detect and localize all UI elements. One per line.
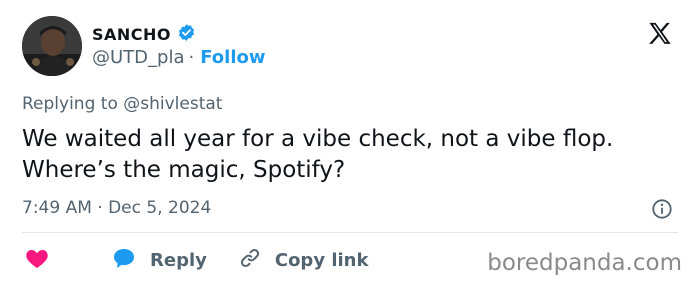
like-button[interactable]: [24, 247, 64, 274]
heart-icon: [24, 247, 64, 274]
watermark: boredpanda.com: [487, 250, 682, 276]
reply-button[interactable]: Reply: [112, 247, 207, 274]
author-handle[interactable]: @UTD_pla: [92, 47, 185, 68]
copy-link-label: Copy link: [274, 250, 369, 271]
info-icon[interactable]: [651, 198, 673, 220]
tweet-text: We waited all year for a vibe check, not…: [22, 126, 614, 183]
verified-badge-icon: [177, 23, 196, 46]
reply-bubble-icon: [112, 247, 150, 274]
x-logo-icon[interactable]: [646, 20, 674, 48]
copy-link-button[interactable]: Copy link: [239, 247, 369, 274]
follow-button[interactable]: Follow: [200, 47, 265, 68]
author-handle-row: @UTD_pla · Follow: [92, 47, 266, 68]
author-name[interactable]: SANCHO: [92, 25, 171, 44]
link-icon: [239, 247, 275, 274]
separator-dot: ·: [188, 47, 195, 68]
action-bar: Reply Copy link: [24, 247, 400, 274]
tweet-timestamp[interactable]: 7:49 AM · Dec 5, 2024: [22, 198, 211, 218]
author-name-row: SANCHO: [92, 23, 196, 46]
reply-label: Reply: [150, 250, 207, 271]
replying-to[interactable]: Replying to @shivlestat: [22, 94, 222, 114]
divider: [22, 232, 678, 233]
avatar[interactable]: [22, 16, 82, 76]
